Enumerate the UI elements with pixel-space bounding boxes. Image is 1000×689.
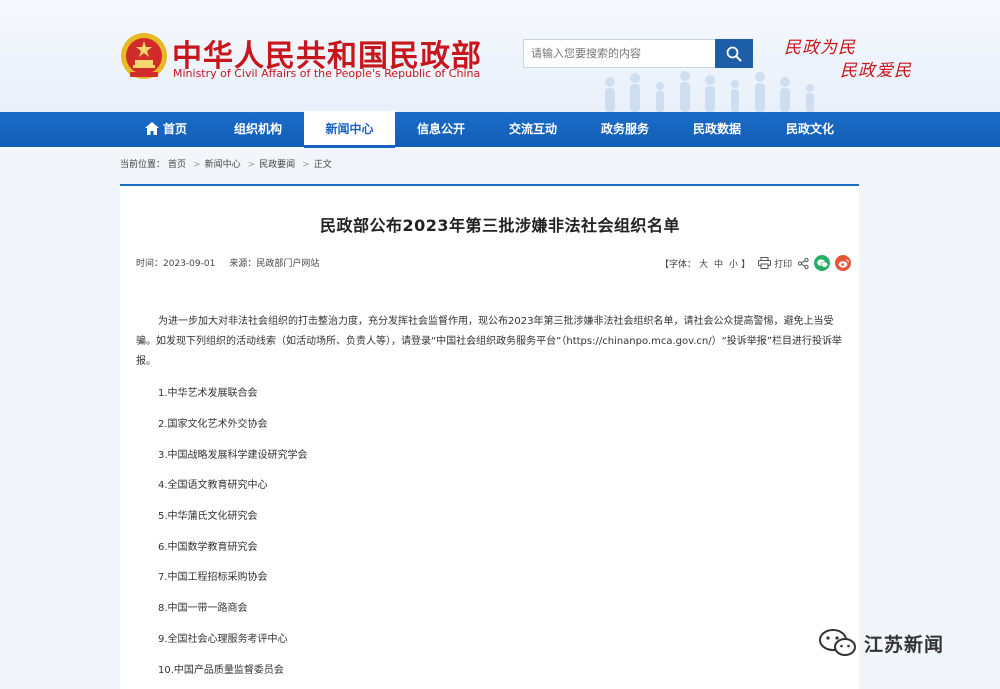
wechat-icon (816, 258, 828, 268)
nav-item-info-disclosure[interactable]: 信息公开 (395, 112, 487, 147)
search-box (523, 39, 715, 68)
breadcrumb-home[interactable]: 首页 (168, 160, 186, 170)
search-icon (726, 46, 742, 61)
site-title-en: Ministry of Civil Affairs of the People'… (173, 67, 481, 80)
breadcrumb-separator: > (302, 160, 310, 170)
font-size-small[interactable]: 小 (729, 257, 738, 270)
article-source: 来源：民政部门户网站 (229, 259, 320, 269)
slogan-line2: 民政爱民 (840, 61, 912, 81)
font-size-label: 【字体： (660, 259, 697, 270)
breadcrumb-section[interactable]: 民政要闻 (259, 160, 295, 170)
search-button[interactable] (715, 39, 753, 68)
article-meta: 时间：2023-09-01 来源：民政部门户网站 (136, 256, 333, 269)
slogan-line1: 民政为民 (784, 38, 856, 58)
list-item: 5.中华蒲氏文化研究会 (158, 511, 258, 522)
font-size-end: 】 (741, 259, 751, 270)
list-item: 8.中国一带一路商会 (158, 603, 248, 614)
list-item: 1.中华艺术发展联合会 (158, 388, 258, 399)
breadcrumb-news[interactable]: 新闻中心 (205, 160, 241, 170)
site-header: 中华人民共和国民政部 Ministry of Civil Affairs of … (0, 0, 1000, 112)
list-item: 4.全国语文教育研究中心 (158, 480, 268, 491)
list-item: 10.中国产品质量监督委员会 (158, 665, 284, 676)
nav-item-news[interactable]: 新闻中心 (304, 111, 395, 148)
nav-item-organization[interactable]: 组织机构 (212, 112, 304, 147)
list-item: 9.全国社会心理服务考评中心 (158, 634, 288, 645)
search-input[interactable] (524, 40, 715, 67)
article-tools: 【字体： 大 中 小 】 打印 (660, 255, 852, 271)
font-size-large[interactable]: 大 (699, 257, 708, 270)
list-item: 6.中国数学教育研究会 (158, 542, 258, 553)
weibo-icon (838, 258, 849, 268)
home-icon (144, 122, 159, 135)
breadcrumb: 当前位置： 首页 > 新闻中心 > 民政要闻 > 正文 (120, 157, 335, 170)
share-icon[interactable] (798, 257, 809, 269)
article-time: 时间：2023-09-01 (136, 259, 216, 269)
nav-item-interaction[interactable]: 交流互动 (487, 112, 579, 147)
national-emblem-icon (121, 33, 167, 79)
list-item: 3.中国战略发展科学建设研究学会 (158, 450, 308, 461)
article-title: 民政部公布2023年第三批涉嫌非法社会组织名单 (319, 216, 681, 235)
nav-item-data[interactable]: 民政数据 (671, 112, 763, 147)
nav-item-culture[interactable]: 民政文化 (763, 112, 857, 147)
breadcrumb-current: 正文 (313, 160, 332, 170)
wechat-share-button[interactable] (814, 255, 831, 271)
breadcrumb-separator: > (247, 160, 256, 170)
print-label: 打印 (774, 259, 793, 270)
nav-item-label: 首页 (162, 122, 187, 136)
weibo-share-button[interactable] (835, 255, 852, 271)
breadcrumb-prefix: 当前位置： (120, 160, 166, 170)
nav-item-home[interactable]: 首页 (120, 112, 212, 147)
print-button[interactable]: 打印 (758, 257, 792, 270)
list-item: 2.国家文化艺术外交协会 (158, 419, 268, 430)
main-nav: 首页 组织机构 新闻中心 信息公开 交流互动 政务服务 民政数据 民政文化 (0, 111, 1000, 148)
watermark-text: 江苏新闻 (864, 633, 945, 656)
wechat-watermark-icon (819, 629, 856, 656)
printer-icon (758, 257, 772, 269)
font-size-medium[interactable]: 中 (714, 257, 723, 270)
nav-item-services[interactable]: 政务服务 (579, 112, 671, 147)
watermark: 江苏新闻 (818, 628, 944, 658)
article-paragraph: 为进一步加大对非法社会组织的打击整治力度，充分发挥社会监督作用，现公布2023年… (136, 316, 842, 367)
breadcrumb-separator: > (193, 160, 201, 170)
list-item: 7.中国工程招标采购协会 (158, 572, 268, 583)
